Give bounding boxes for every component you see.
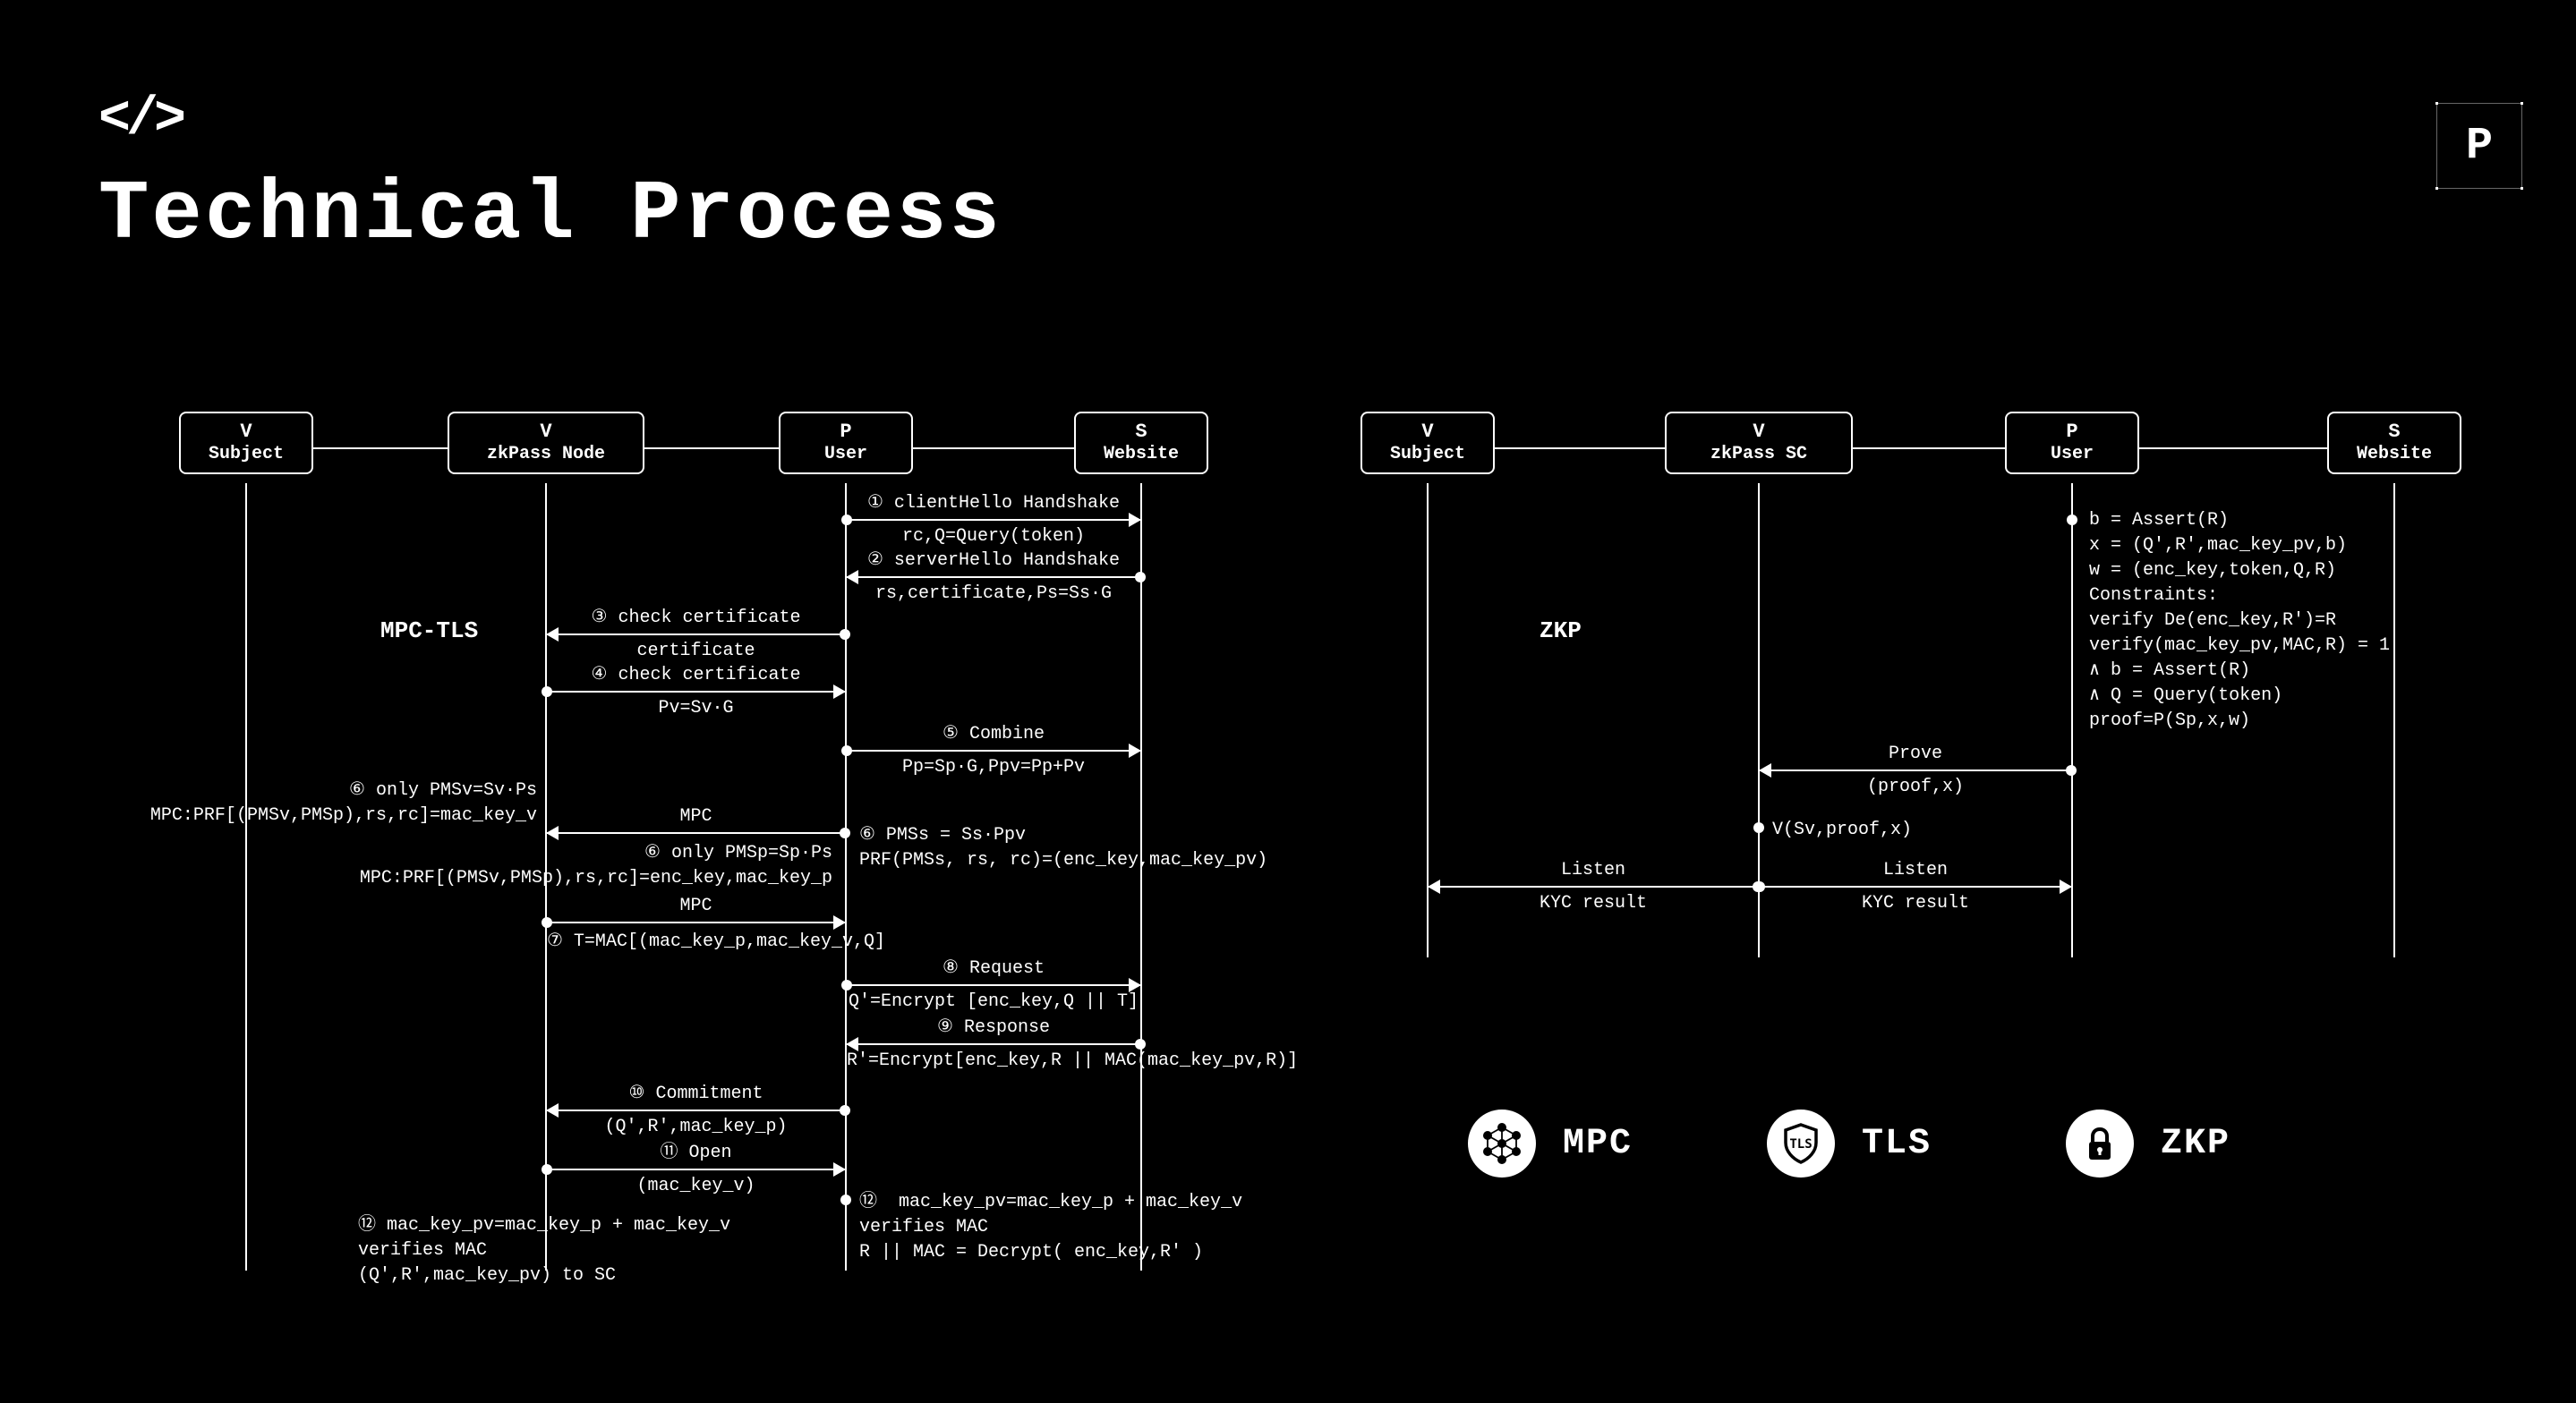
note-verify-user: ⑫ mac_key_pv=mac_key_p + mac_key_v verif… [859, 1190, 1242, 1265]
msg-client-hello: ① clientHello Handshake rc,Q=Query(token… [847, 519, 1140, 521]
actor-role: V [1421, 421, 1433, 443]
msg-prove: Prove (proof,x) [1760, 770, 2071, 771]
msg-label: Prove [1760, 744, 2071, 764]
msg-label: ⑨ Response [847, 1015, 1140, 1038]
actor-zkpass-sc: V zkPass SC [1665, 412, 1853, 474]
msg-sub: Pv=Sv·G [547, 698, 845, 719]
actor-name: zkPass Node [449, 444, 643, 465]
msg-commitment: ⑩ Commitment (Q',R',mac_key_p) [547, 1110, 845, 1111]
msg-label: ① clientHello Handshake [847, 490, 1140, 514]
actor-name: zkPass SC [1667, 444, 1851, 465]
mpc-icon [1468, 1110, 1536, 1178]
msg-response: ⑨ Response R'=Encrypt[enc_key,R || MAC(m… [847, 1043, 1140, 1045]
msg-sub: KYC result [1760, 893, 2071, 914]
note-verify-node: ⑫ mac_key_pv=mac_key_p + mac_key_v verif… [358, 1213, 730, 1288]
actor-subject: V Subject [1361, 412, 1495, 474]
actor-name: Subject [1362, 444, 1493, 465]
actor-role: P [840, 421, 851, 443]
sequence-diagram-mpc-tls: V Subject V zkPass Node P User S Website… [179, 412, 1208, 1271]
msg-label: ⑩ Commitment [547, 1081, 845, 1104]
page-title: Technical Process [98, 168, 1002, 263]
pill-label: MPC [1563, 1124, 1633, 1164]
brand-logo-letter: P [2466, 121, 2493, 172]
note-pmsv: ⑥ only PMSv=Sv·Ps MPC:PRF[(PMSv,PMSp),rs… [150, 778, 537, 829]
actor-website: S Website [1074, 412, 1208, 474]
msg-server-hello: ② serverHello Handshake rs,certificate,P… [847, 576, 1140, 578]
actor-user: P User [779, 412, 913, 474]
msg-sub: (mac_key_v) [547, 1176, 845, 1196]
msg-label: ⑪ Open [547, 1136, 845, 1163]
svg-text:TLS: TLS [1789, 1137, 1812, 1152]
sequence-diagram-zkp: V Subject V zkPass SC P User S Website Z… [1361, 412, 2479, 957]
pill-label: TLS [1862, 1124, 1932, 1164]
msg-check-cert-1: ③ check certificate certificate [547, 633, 845, 635]
msg-sub: (proof,x) [1760, 777, 2071, 797]
actor-name: User [2007, 444, 2137, 465]
msg-label: MPC [547, 896, 845, 916]
note-pmss: ⑥ PMSs = Ss·Ppv PRF(PMSs, rs, rc)=(enc_k… [859, 823, 1267, 873]
note-proof-construction: b = Assert(R) x = (Q',R',mac_key_pv,b) w… [2089, 508, 2390, 734]
msg-sub: rs,certificate,Ps=Ss·G [847, 583, 1140, 604]
pill-label: ZKP [2161, 1124, 2231, 1164]
actor-role: S [2388, 421, 2400, 443]
brand-logo: P [2436, 103, 2522, 189]
actor-name: Website [2329, 444, 2460, 465]
actor-subject: V Subject [179, 412, 313, 474]
actor-role: V [1753, 421, 1764, 443]
actor-role: P [2066, 421, 2077, 443]
actor-user: P User [2005, 412, 2139, 474]
msg-sub: rc,Q=Query(token) [847, 526, 1140, 547]
note-verify: V(Sv,proof,x) [1772, 818, 1912, 843]
msg-label: Listen [1760, 860, 2071, 880]
actor-role: S [1135, 421, 1147, 443]
note-pmsp: ⑥ only PMSp=Sp·Ps MPC:PRF[(PMSv,PMSp),rs… [360, 841, 832, 891]
msg-mpc-1: MPC [547, 832, 845, 834]
section-label-zkp: ZKP [1540, 617, 1582, 644]
msg-check-cert-2: ④ check certificate Pv=Sv·G [547, 691, 845, 693]
msg-listen-subject: Listen KYC result [1429, 886, 1758, 888]
msg-label: Listen [1429, 860, 1758, 880]
msg-label: ② serverHello Handshake [847, 548, 1140, 571]
pill-tls: TLS TLS [1767, 1110, 1932, 1178]
lock-icon [2066, 1110, 2134, 1178]
actor-role: V [540, 421, 551, 443]
actor-role: V [240, 421, 252, 443]
section-label-mpc-tls: MPC-TLS [380, 617, 478, 644]
msg-combine: ⑤ Combine Pp=Sp·G,Ppv=Pp+Pv [847, 750, 1140, 752]
actor-website: S Website [2327, 412, 2461, 474]
pill-zkp: ZKP [2066, 1110, 2231, 1178]
technology-pills: MPC TLS TLS ZKP [1468, 1110, 2231, 1178]
msg-sub: KYC result [1429, 893, 1758, 914]
msg-sub: (Q',R',mac_key_p) [547, 1117, 845, 1137]
actor-zkpass-node: V zkPass Node [448, 412, 644, 474]
msg-sub: R'=Encrypt[enc_key,R || MAC(mac_key_pv,R… [847, 1050, 1140, 1071]
msg-request: ⑧ Request Q'=Encrypt [enc_key,Q || T] [847, 984, 1140, 986]
actor-name: Subject [181, 444, 311, 465]
lifeline-subject [245, 483, 247, 1271]
msg-listen-user: Listen KYC result [1760, 886, 2071, 888]
msg-label: MPC [547, 806, 845, 827]
msg-sub: Q'=Encrypt [enc_key,Q || T] [847, 991, 1140, 1012]
lifeline-website [1140, 483, 1142, 1271]
msg-label: ③ check certificate [547, 605, 845, 628]
msg-sub: Pp=Sp·G,Ppv=Pp+Pv [847, 757, 1140, 778]
msg-open: ⑪ Open (mac_key_v) [547, 1169, 845, 1170]
msg-mpc-2: MPC ⑦ T=MAC[(mac_key_p,mac_key_v,Q] [547, 922, 845, 923]
code-icon: </> [98, 89, 1002, 150]
msg-label: ⑤ Combine [847, 721, 1140, 744]
msg-sub: ⑦ T=MAC[(mac_key_p,mac_key_v,Q] [547, 929, 845, 952]
lifeline-website [2393, 483, 2395, 957]
msg-label: ④ check certificate [547, 662, 845, 685]
msg-label: ⑧ Request [847, 956, 1140, 979]
pill-mpc: MPC [1468, 1110, 1633, 1178]
actor-name: Website [1076, 444, 1207, 465]
tls-shield-icon: TLS [1767, 1110, 1835, 1178]
msg-sub: certificate [547, 641, 845, 661]
actor-name: User [780, 444, 911, 465]
